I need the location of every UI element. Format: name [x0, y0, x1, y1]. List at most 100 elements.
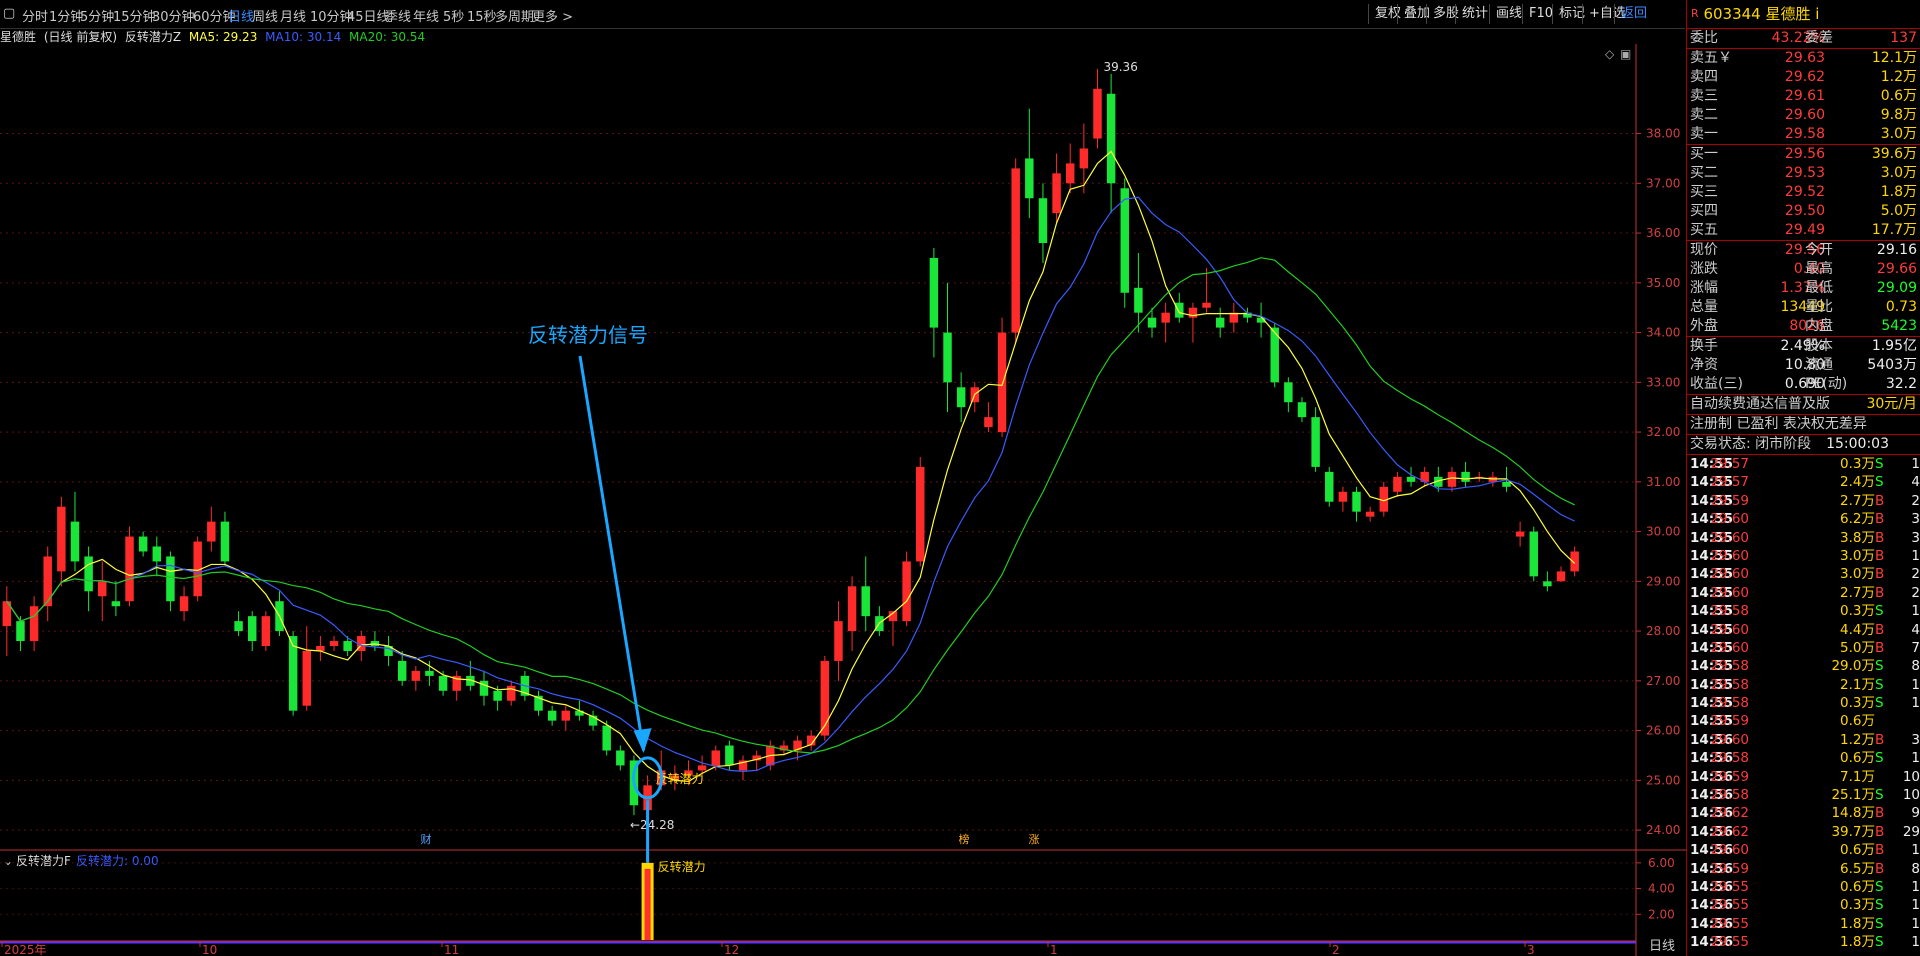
x-tick-label: 10 — [202, 943, 217, 956]
tick-cell-2: 0.6万 — [1840, 713, 1875, 730]
tick-cell-4: 4 — [1911, 621, 1920, 638]
candle-body — [1325, 471, 1334, 502]
y-tick-label: 28.00 — [1646, 624, 1680, 638]
tick-row: 14:55 29.60 3.0万 B 1 — [1687, 547, 1920, 565]
tick-cell-3: B — [1875, 511, 1885, 528]
tick-cell-3: S — [1875, 474, 1884, 491]
promo-row[interactable]: 自动续费通达信普及版 30元/月 — [1687, 395, 1920, 414]
chart-info-line: 星德胜 (日线 前复权) 反转潜力Z MA5: 29.23 MA10: 30.1… — [0, 28, 429, 44]
tick-row: 14:55 29.58 29.0万 S 8 — [1687, 657, 1920, 675]
window-icon[interactable]: ▢ — [3, 6, 15, 21]
indicator-name-label[interactable]: 反转潜力Z — [125, 30, 181, 44]
period-tab-13[interactable]: 5秒 — [443, 6, 464, 25]
ma10-value: MA10: 30.14 — [265, 30, 342, 44]
candle-body — [1134, 287, 1143, 313]
tick-cell-3: B — [1875, 639, 1885, 656]
candle-body — [725, 745, 734, 766]
candle-body — [1352, 491, 1361, 512]
tick-cell-2: 1.2万 — [1840, 731, 1875, 748]
sub-y-tick-label: 2.00 — [1648, 907, 1675, 921]
candle-body — [1202, 302, 1211, 308]
tick-cell-2: 7.1万 — [1840, 768, 1875, 785]
period-toolbar: ▢ 分时 1分钟 5分钟 15分钟 30分钟 60分钟 日线 周线 月线 10分钟 45日线 季线 年线 5… — [0, 0, 1685, 29]
quote-row-4-value2: 5423 — [1881, 318, 1917, 334]
sell-level-1-value2: 1.2万 — [1880, 69, 1917, 85]
quote-stats: 现价 29.56 今开 29.16 涨跌 0.40 最高 29.66 涨幅 1.37% 最低 29.0… — [1687, 241, 1920, 336]
period-tab-2[interactable]: 5分钟 — [80, 6, 114, 25]
tick-cell-4: 1 — [1911, 676, 1920, 693]
sell-level-3-label: 卖二 — [1690, 107, 1718, 123]
candle-body — [1065, 163, 1075, 184]
period-tab-8[interactable]: 月线 — [280, 6, 306, 25]
tick-row: 14:56 29.59 6.5万 B 8 — [1687, 860, 1920, 878]
sub-signal-bar-core — [644, 868, 651, 940]
tick-cell-2: 3.8万 — [1840, 529, 1875, 546]
fund-row-2-label: 收益(三) — [1690, 376, 1743, 392]
quote-row-2-label2: 最低 — [1805, 280, 1833, 296]
tick-list[interactable]: 14:55 29.57 0.3万 S 1 14:55 29.57 2.4万 S 4 14:55 29.… — [1687, 455, 1920, 952]
tick-cell-3: B — [1875, 584, 1885, 601]
info-icon[interactable]: ⅰ — [1815, 5, 1819, 23]
tick-row: 14:55 29.57 0.3万 S 1 — [1687, 455, 1920, 473]
fund-row-0-value2: 1.95亿 — [1871, 338, 1917, 354]
candle-body — [179, 596, 189, 612]
period-tab-16[interactable]: 更多 > — [532, 6, 573, 25]
period-tab-3[interactable]: 15分钟 — [113, 6, 156, 25]
quote-row-1-label2: 最高 — [1805, 261, 1833, 277]
tick-cell-1: 29.55 — [1710, 897, 1749, 914]
fund-row-2-value2: 32.2 — [1885, 376, 1917, 392]
period-tab-10[interactable]: 45日线 — [347, 6, 390, 25]
tick-cell-2: 0.6万 — [1840, 842, 1875, 859]
tick-cell-3: B — [1875, 823, 1885, 840]
tick-cell-4: 10 — [1902, 787, 1920, 804]
weibi-row: 委比 43.22% 委差 137 — [1690, 30, 1917, 46]
candle-body — [207, 521, 216, 542]
candle-body — [561, 710, 571, 721]
buy-level-0-value: 29.56 — [1784, 146, 1825, 162]
period-tab-14[interactable]: 15秒 — [467, 6, 497, 25]
tick-cell-1: 29.57 — [1710, 474, 1749, 491]
buy-level-2-value2: 1.8万 — [1880, 184, 1917, 200]
period-tab-7[interactable]: 周线 — [252, 6, 278, 25]
toolbar-button-8[interactable]: 返回 — [1614, 4, 1653, 24]
candle-body — [929, 257, 939, 328]
tick-row: 14:55 29.60 3.8万 B 3 — [1687, 529, 1920, 547]
period-tab-6[interactable]: 日线 — [228, 6, 254, 25]
x-tick-label: 1 — [1050, 943, 1058, 956]
y-tick-label: 24.00 — [1646, 823, 1680, 837]
period-tab-11[interactable]: 季线 — [385, 6, 411, 25]
candle-body — [507, 685, 516, 701]
y-tick-label: 31.00 — [1646, 475, 1680, 489]
promo-text[interactable]: 自动续费通达信普及版 — [1690, 395, 1830, 414]
period-tab-footer[interactable]: 日线 — [1638, 938, 1686, 956]
period-tab-12[interactable]: 年线 — [413, 6, 439, 25]
period-tab-4[interactable]: 30分钟 — [152, 6, 195, 25]
tick-cell-4: 3 — [1911, 529, 1920, 546]
y-tick-label: 29.00 — [1646, 574, 1680, 588]
candle-body — [70, 521, 80, 562]
sub-y-tick-label: 6.00 — [1648, 856, 1675, 870]
tick-row: 14:55 29.58 0.3万 S 1 — [1687, 602, 1920, 620]
annotation-arrowhead — [633, 728, 652, 753]
tick-row: 14:56 29.55 0.3万 S 1 — [1687, 896, 1920, 914]
tick-cell-3: B — [1875, 529, 1885, 546]
promo-price[interactable]: 30元/月 — [1866, 395, 1917, 414]
candle-body — [1175, 302, 1184, 318]
buy-level-2-value: 29.52 — [1784, 184, 1825, 200]
tick-cell-1: 29.60 — [1710, 621, 1749, 638]
period-tab-15[interactable]: 多周期 — [495, 6, 534, 25]
sell-level-0-value2: 12.1万 — [1871, 50, 1917, 66]
tick-cell-1: 29.60 — [1710, 731, 1749, 748]
sell-level-2-value: 29.61 — [1784, 88, 1825, 104]
quote-row-3-label2: 量比 — [1805, 299, 1833, 315]
buy-level-4-value: 29.49 — [1784, 222, 1825, 238]
candle-body — [1515, 531, 1525, 537]
period-tab-0[interactable]: 分时 — [22, 6, 48, 25]
candle-body — [916, 466, 925, 562]
tick-cell-4: 1 — [1911, 897, 1920, 914]
candle-body — [425, 670, 434, 676]
candle-body — [547, 710, 557, 721]
period-tab-1[interactable]: 1分钟 — [49, 6, 83, 25]
quote-row-3-value2: 0.73 — [1885, 299, 1917, 315]
kline-chart[interactable]: 38.0037.0036.0035.0034.0033.0032.0031.00… — [0, 44, 1686, 956]
